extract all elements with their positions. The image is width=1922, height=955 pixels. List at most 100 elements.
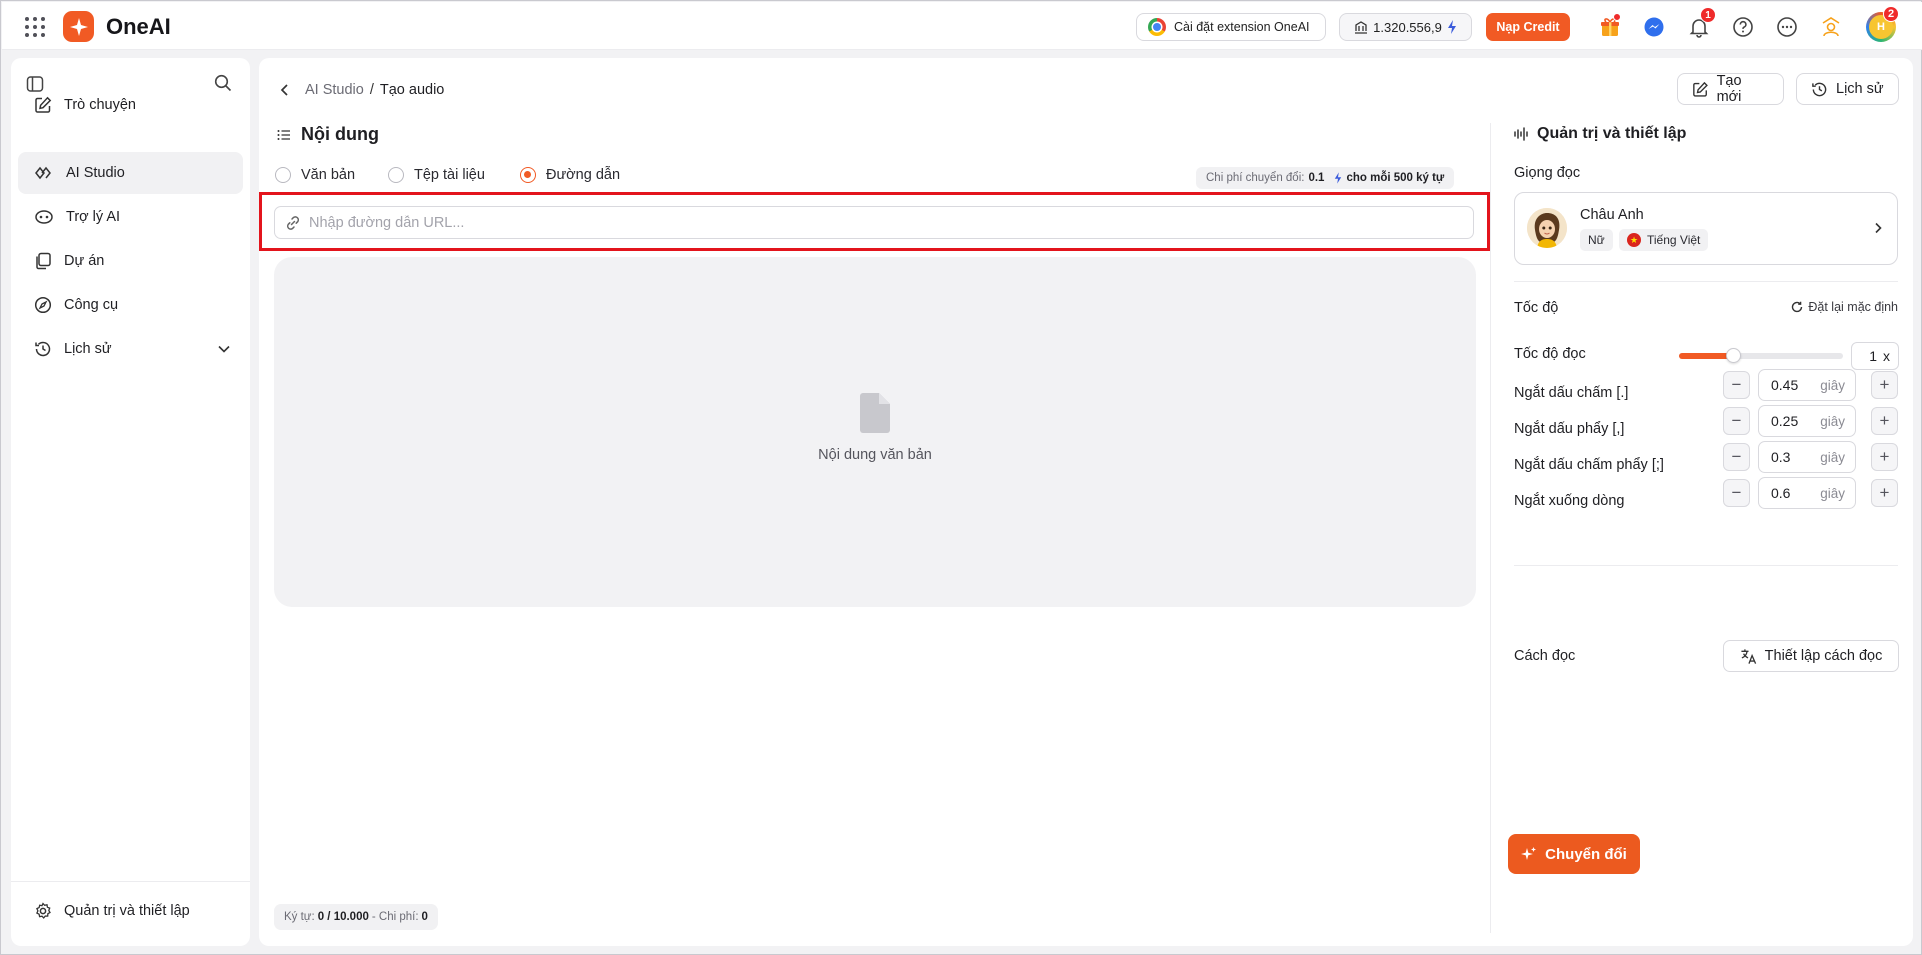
install-extension-button[interactable]: Cài đặt extension OneAI (1136, 13, 1326, 41)
sidebar-item-settings[interactable]: Quản trị và thiết lập (18, 890, 243, 932)
voice-avatar (1527, 208, 1567, 248)
content-section-title: Nội dung (277, 124, 379, 145)
decrease-button[interactable]: − (1723, 371, 1750, 399)
fee-label: - Chi phí: (371, 911, 419, 923)
source-type-group: Văn bản Tệp tài liệu Đường dẫn (275, 167, 620, 183)
pause-semicolon-input[interactable]: 0.3 giây (1758, 441, 1856, 473)
lightning-icon (1335, 172, 1342, 184)
chevron-down-icon[interactable] (217, 342, 231, 356)
sidebar-item-history[interactable]: Lịch sử (18, 328, 243, 370)
read-speed-slider-handle[interactable] (1726, 348, 1742, 363)
reset-default-button[interactable]: Đặt lại mặc định (1791, 300, 1898, 314)
bank-icon (1355, 21, 1368, 34)
more-icon[interactable] (1775, 15, 1799, 39)
messenger-icon[interactable] (1642, 15, 1666, 39)
gift-dot (1613, 13, 1621, 21)
bell-icon[interactable]: 1 (1687, 7, 1716, 39)
character-count-chip: Ký tự: 0 / 10.000 - Chi phí: 0 (274, 904, 438, 930)
gift-icon[interactable] (1598, 13, 1622, 39)
logo-icon[interactable] (63, 11, 94, 42)
sidebar-item-label: AI Studio (66, 165, 125, 181)
folder-icon (36, 252, 51, 270)
sidebar-item-projects[interactable]: Dự án (18, 240, 243, 282)
back-arrow-icon[interactable] (277, 82, 293, 98)
breadcrumb-parent[interactable]: AI Studio (305, 82, 364, 98)
sidebar: Trò chuyện AI Studio Trợ lý AI Dự án Côn… (11, 58, 250, 946)
content-preview-area: Nội dung văn bản (274, 257, 1476, 607)
fee-value: 0 (421, 911, 428, 923)
breadcrumb-separator: / (369, 82, 374, 98)
app-window: OneAI Cài đặt extension OneAI 1.320.556,… (0, 0, 1922, 955)
increase-button[interactable]: + (1871, 407, 1898, 435)
main-panel: AI Studio / Tạo audio Tạo mới Lịch sử Nộ… (259, 58, 1913, 946)
pause-comma-input[interactable]: 0.25 giây (1758, 405, 1856, 437)
pause-label: Ngắt dấu phẩy [,] (1514, 421, 1625, 437)
source-option-label: Văn bản (301, 167, 356, 183)
topup-credit-button[interactable]: Nạp Credit (1486, 13, 1570, 41)
notification-badge: 1 (1700, 7, 1716, 23)
source-option-text[interactable]: Văn bản (275, 167, 388, 183)
source-option-file[interactable]: Tệp tài liệu (388, 167, 520, 183)
refresh-icon (1792, 301, 1803, 313)
decrease-button[interactable]: − (1723, 443, 1750, 471)
sidebar-item-assistant[interactable]: Trợ lý AI (18, 196, 243, 238)
reward-icon[interactable] (1819, 15, 1843, 39)
pause-label: Ngắt xuống dòng (1514, 493, 1625, 509)
apps-grid-icon[interactable] (24, 16, 46, 38)
cost-value: 0.1 (1308, 172, 1325, 184)
pause-value: 0.25 (1771, 413, 1799, 429)
install-extension-label: Cài đặt extension OneAI (1174, 20, 1310, 34)
user-avatar[interactable]: H 2 (1866, 6, 1899, 42)
pause-label: Ngắt dấu chấm [.] (1514, 385, 1629, 401)
help-icon[interactable] (1731, 15, 1755, 39)
pause-unit: giây (1820, 377, 1845, 393)
pronunciation-settings-button[interactable]: Thiết lập cách đọc (1723, 640, 1899, 672)
avatar-badge: 2 (1883, 6, 1899, 22)
pause-period-input[interactable]: 0.45 giây (1758, 369, 1856, 401)
compass-icon (34, 296, 52, 314)
sidebar-item-label: Trò chuyện (64, 97, 136, 113)
cost-suffix: cho mỗi 500 ký tự (1346, 172, 1445, 184)
app-name[interactable]: OneAI (106, 14, 171, 40)
voice-gender: Nữ (1588, 233, 1605, 247)
source-option-url[interactable]: Đường dẫn (520, 167, 620, 183)
char-value: 0 / 10.000 (317, 911, 369, 923)
credit-balance[interactable]: 1.320.556,9 (1339, 13, 1472, 41)
increase-button[interactable]: + (1871, 479, 1898, 507)
content-title: Nội dung (301, 124, 379, 144)
pause-newline-input[interactable]: 0.6 giây (1758, 477, 1856, 509)
top-bar: OneAI Cài đặt extension OneAI 1.320.556,… (2, 2, 1922, 50)
increase-button[interactable]: + (1871, 443, 1898, 471)
read-speed-slider[interactable] (1679, 348, 1843, 363)
settings-panel: Quản trị và thiết lập Giọng đọc Châu Anh (1514, 58, 1902, 946)
sidebar-item-tools[interactable]: Công cụ (18, 284, 243, 326)
decrease-button[interactable]: − (1723, 479, 1750, 507)
conversion-cost-chip: Chi phí chuyển đổi: 0.1 cho mỗi 500 ký t… (1196, 167, 1455, 189)
source-option-label: Tệp tài liệu (414, 167, 485, 183)
read-speed-input[interactable]: 1 x (1851, 342, 1899, 370)
cost-label: Chi phí chuyển đổi: (1206, 172, 1305, 184)
sidebar-item-chat[interactable]: Trò chuyện (18, 84, 243, 126)
chevron-right-icon (1875, 222, 1882, 234)
sidebar-item-label: Trợ lý AI (66, 209, 121, 225)
empty-content-text: Nội dung văn bản (818, 447, 932, 463)
url-input-container (274, 206, 1474, 239)
voice-language-tag: ★ Tiếng Việt (1619, 229, 1709, 251)
convert-button[interactable]: Chuyển đổi (1508, 834, 1640, 874)
panel-divider (1490, 123, 1491, 933)
section-divider (1514, 281, 1898, 282)
translate-icon (1741, 648, 1756, 664)
increase-button[interactable]: + (1871, 371, 1898, 399)
voice-gender-tag: Nữ (1580, 229, 1613, 251)
credit-balance-value: 1.320.556,9 (1373, 19, 1442, 35)
url-input[interactable] (309, 207, 1473, 238)
sidebar-item-label: Công cụ (64, 297, 119, 313)
document-icon (860, 393, 890, 433)
radio-icon (388, 167, 404, 183)
voice-selector[interactable]: Châu Anh Nữ ★ Tiếng Việt (1514, 192, 1898, 265)
decrease-button[interactable]: − (1723, 407, 1750, 435)
sidebar-item-ai-studio[interactable]: AI Studio (18, 152, 243, 194)
read-speed-value: 1 (1869, 348, 1877, 364)
history-icon (35, 341, 51, 357)
read-speed-slider-fill (1679, 353, 1734, 359)
